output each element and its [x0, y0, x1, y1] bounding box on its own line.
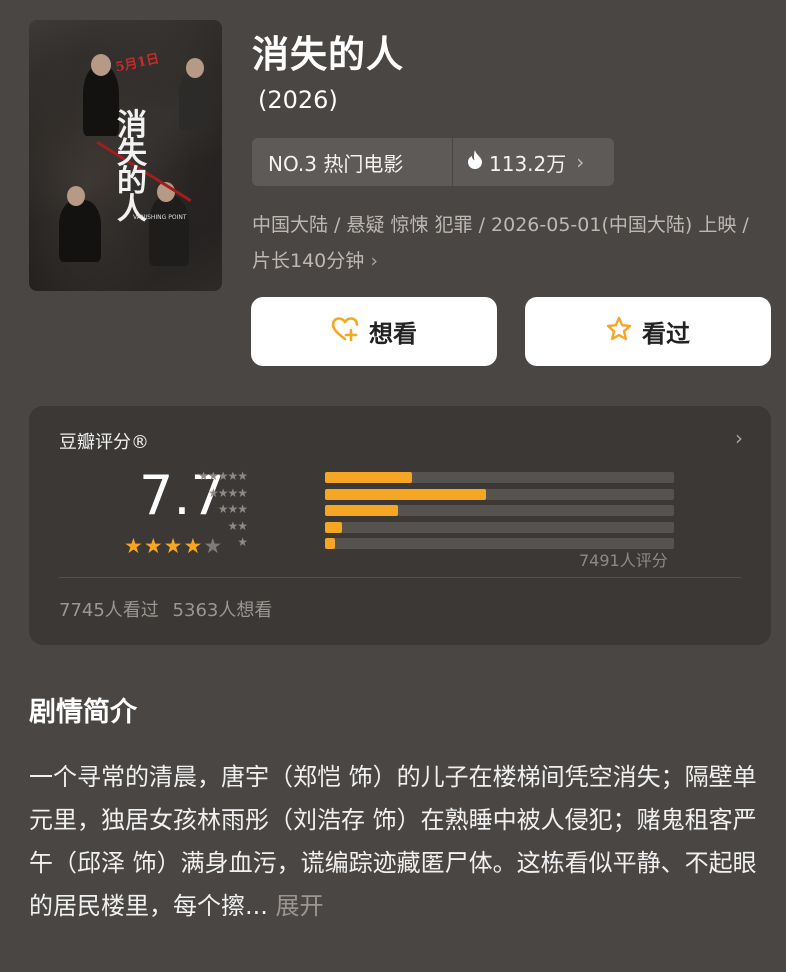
synopsis-text: 一个寻常的清晨，唐宇（郑恺 饰）的儿子在楼梯间凭空消失；隔壁单元里，独居女孩林雨… — [29, 756, 769, 928]
star-filled-icon: ★ — [124, 534, 144, 558]
movie-title: 消失的人 — [252, 33, 404, 76]
distribution-stars-icon: ★ — [237, 535, 248, 549]
rating-card[interactable]: 豆瓣评分® › 7.7 ★★★★★ ★★★★★ ★★★★ ★★★ ★★ ★ 7491人评… — [29, 406, 771, 645]
star-outline-icon — [606, 316, 632, 348]
want-to-watch-button[interactable]: 想看 — [251, 297, 497, 366]
seen-label: 看过 — [642, 320, 690, 348]
distribution-bar — [325, 505, 399, 516]
want-count[interactable]: 5363人想看 — [173, 600, 273, 621]
poster-face — [186, 58, 204, 78]
poster-face — [67, 186, 85, 206]
chevron-right-icon[interactable]: › — [735, 426, 743, 450]
divider — [59, 577, 741, 578]
movie-poster[interactable]: 5月1日 消失的人 VANISHING POINT — [29, 20, 222, 291]
watched-button[interactable]: 看过 — [525, 297, 771, 366]
chevron-right-icon: › — [576, 150, 585, 174]
flame-icon — [467, 150, 483, 174]
distribution-track — [325, 488, 674, 500]
distribution-track — [325, 472, 674, 483]
poster-figure — [179, 72, 211, 130]
poster-figure — [59, 200, 101, 262]
heat-value: 113.2万 — [489, 151, 567, 176]
poster-figure — [83, 66, 119, 136]
expand-link[interactable]: 展开 — [276, 892, 324, 920]
chevron-right-icon: › — [370, 250, 378, 272]
heat-badge[interactable]: 113.2万 › — [453, 138, 614, 186]
watch-stats: 7745人看过 5363人想看 — [59, 596, 272, 622]
poster-subtitle: VANISHING POINT — [133, 214, 187, 221]
movie-meta[interactable]: 中国大陆 / 悬疑 惊悚 犯罪 / 2026-05-01(中国大陆) 上映 / … — [252, 207, 772, 279]
distribution-bar — [325, 472, 413, 483]
poster-face — [91, 54, 111, 76]
rank-badge[interactable]: NO.3 热门电影 — [252, 138, 453, 186]
rank-bar: NO.3 热门电影 113.2万 › — [252, 138, 614, 186]
distribution-stars-icon: ★★★★ — [207, 485, 248, 500]
distribution-stars-icon: ★★★ — [217, 502, 248, 516]
distribution-track — [325, 521, 674, 533]
rating-source-title: 豆瓣评分® — [59, 432, 149, 453]
distribution-stars-icon: ★★★★★ — [198, 469, 248, 483]
distribution-stars-icon: ★★ — [227, 518, 248, 533]
synopsis-body: 一个寻常的清晨，唐宇（郑恺 饰）的儿子在楼梯间凭空消失；隔壁单元里，独居女孩林雨… — [29, 763, 757, 920]
distribution-bar — [325, 488, 486, 500]
poster-title: 消失的人 — [117, 108, 147, 227]
rating-count: 7491人评分 — [579, 551, 668, 570]
meta-text: 中国大陆 / 悬疑 惊悚 犯罪 / 2026-05-01(中国大陆) 上映 / … — [252, 214, 749, 272]
movie-year: (2026) — [258, 86, 338, 114]
distribution-track — [325, 505, 674, 516]
distribution-bar — [325, 521, 343, 533]
want-label: 想看 — [369, 320, 417, 348]
distribution-bar — [325, 538, 336, 549]
seen-count[interactable]: 7745人看过 — [59, 600, 159, 621]
star-filled-icon: ★ — [143, 534, 164, 558]
heart-plus-icon — [331, 316, 359, 348]
synopsis-heading: 剧情简介 — [29, 697, 137, 728]
